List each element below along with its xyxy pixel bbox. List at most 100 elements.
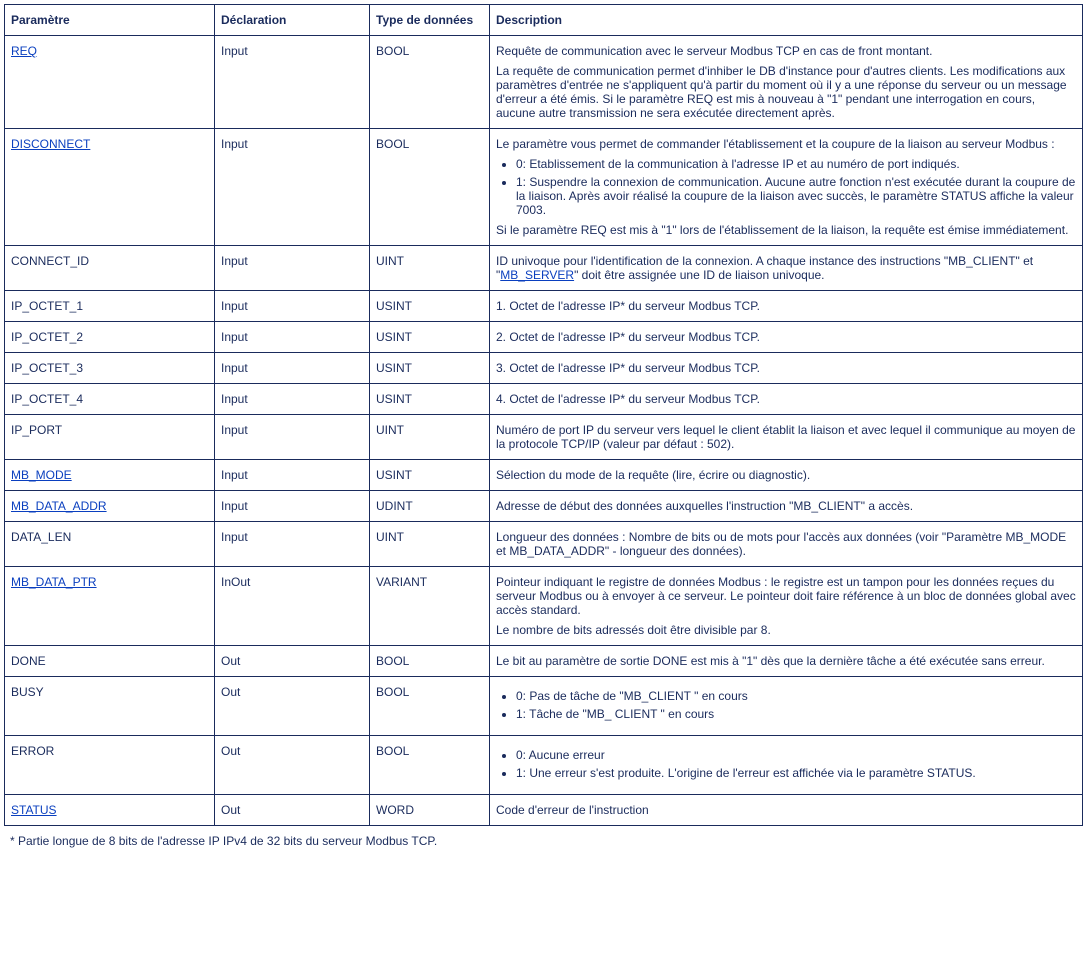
- cell-description: Le paramètre vous permet de commander l'…: [490, 129, 1083, 246]
- cell-description: Sélection du mode de la requête (lire, é…: [490, 460, 1083, 491]
- cell-parameter: BUSY: [5, 677, 215, 736]
- cell-description: Numéro de port IP du serveur vers lequel…: [490, 415, 1083, 460]
- table-row: DISCONNECT Input BOOL Le paramètre vous …: [5, 129, 1083, 246]
- table-row: BUSY Out BOOL 0: Pas de tâche de "MB_CLI…: [5, 677, 1083, 736]
- parameters-table: Paramètre Déclaration Type de données De…: [4, 4, 1083, 826]
- cell-datatype: BOOL: [370, 646, 490, 677]
- cell-declaration: Input: [215, 129, 370, 246]
- table-header-row: Paramètre Déclaration Type de données De…: [5, 5, 1083, 36]
- cell-declaration: Out: [215, 795, 370, 826]
- cell-description: 1. Octet de l'adresse IP* du serveur Mod…: [490, 291, 1083, 322]
- cell-description: Code d'erreur de l'instruction: [490, 795, 1083, 826]
- desc-list: 0: Aucune erreur 1: Une erreur s'est pro…: [496, 748, 1076, 780]
- table-row: ERROR Out BOOL 0: Aucune erreur 1: Une e…: [5, 736, 1083, 795]
- cell-datatype: USINT: [370, 322, 490, 353]
- cell-datatype: UDINT: [370, 491, 490, 522]
- cell-description: Le bit au paramètre de sortie DONE est m…: [490, 646, 1083, 677]
- cell-description: ID univoque pour l'identification de la …: [490, 246, 1083, 291]
- table-row: MB_DATA_PTR InOut VARIANT Pointeur indiq…: [5, 567, 1083, 646]
- param-link-disconnect[interactable]: DISCONNECT: [11, 137, 90, 151]
- cell-parameter: IP_PORT: [5, 415, 215, 460]
- cell-parameter: IP_OCTET_2: [5, 322, 215, 353]
- header-parameter: Paramètre: [5, 5, 215, 36]
- cell-description: 0: Aucune erreur 1: Une erreur s'est pro…: [490, 736, 1083, 795]
- cell-description: Requête de communication avec le serveur…: [490, 36, 1083, 129]
- param-link-mb-data-ptr[interactable]: MB_DATA_PTR: [11, 575, 97, 589]
- table-row: IP_OCTET_3 Input USINT 3. Octet de l'adr…: [5, 353, 1083, 384]
- cell-parameter: IP_OCTET_3: [5, 353, 215, 384]
- cell-declaration: Out: [215, 677, 370, 736]
- cell-parameter: IP_OCTET_4: [5, 384, 215, 415]
- table-row: STATUS Out WORD Code d'erreur de l'instr…: [5, 795, 1083, 826]
- cell-parameter: ERROR: [5, 736, 215, 795]
- table-row: IP_PORT Input UINT Numéro de port IP du …: [5, 415, 1083, 460]
- cell-parameter: IP_OCTET_1: [5, 291, 215, 322]
- cell-parameter: DATA_LEN: [5, 522, 215, 567]
- cell-description: 3. Octet de l'adresse IP* du serveur Mod…: [490, 353, 1083, 384]
- header-description: Description: [490, 5, 1083, 36]
- desc-list: 0: Etablissement de la communication à l…: [496, 157, 1076, 217]
- list-item: 1: Une erreur s'est produite. L'origine …: [516, 766, 1076, 780]
- desc-text: Requête de communication avec le serveur…: [496, 44, 1076, 58]
- desc-text-part: " doit être assignée une ID de liaison u…: [574, 268, 824, 282]
- cell-description: 4. Octet de l'adresse IP* du serveur Mod…: [490, 384, 1083, 415]
- table-row: REQ Input BOOL Requête de communication …: [5, 36, 1083, 129]
- table-row: MB_DATA_ADDR Input UDINT Adresse de débu…: [5, 491, 1083, 522]
- cell-description: Pointeur indiquant le registre de donnée…: [490, 567, 1083, 646]
- cell-declaration: Input: [215, 322, 370, 353]
- cell-declaration: Out: [215, 736, 370, 795]
- param-link-req[interactable]: REQ: [11, 44, 37, 58]
- desc-text: Si le paramètre REQ est mis à "1" lors d…: [496, 223, 1076, 237]
- table-row: IP_OCTET_1 Input USINT 1. Octet de l'adr…: [5, 291, 1083, 322]
- cell-description: Longueur des données : Nombre de bits ou…: [490, 522, 1083, 567]
- list-item: 0: Aucune erreur: [516, 748, 1076, 762]
- cell-description: 2. Octet de l'adresse IP* du serveur Mod…: [490, 322, 1083, 353]
- cell-declaration: Input: [215, 384, 370, 415]
- desc-text: ID univoque pour l'identification de la …: [496, 254, 1076, 282]
- link-mb-server[interactable]: MB_SERVER: [500, 268, 574, 282]
- desc-text: La requête de communication permet d'inh…: [496, 64, 1076, 120]
- cell-datatype: BOOL: [370, 36, 490, 129]
- list-item: 1: Tâche de "MB_ CLIENT " en cours: [516, 707, 1076, 721]
- desc-list: 0: Pas de tâche de "MB_CLIENT " en cours…: [496, 689, 1076, 721]
- param-link-mb-mode[interactable]: MB_MODE: [11, 468, 72, 482]
- table-row: IP_OCTET_2 Input USINT 2. Octet de l'adr…: [5, 322, 1083, 353]
- cell-declaration: Out: [215, 646, 370, 677]
- cell-declaration: Input: [215, 246, 370, 291]
- table-row: DATA_LEN Input UINT Longueur des données…: [5, 522, 1083, 567]
- cell-description: Adresse de début des données auxquelles …: [490, 491, 1083, 522]
- cell-datatype: VARIANT: [370, 567, 490, 646]
- header-datatype: Type de données: [370, 5, 490, 36]
- header-declaration: Déclaration: [215, 5, 370, 36]
- table-row: DONE Out BOOL Le bit au paramètre de sor…: [5, 646, 1083, 677]
- desc-text: Pointeur indiquant le registre de donnée…: [496, 575, 1076, 617]
- cell-declaration: Input: [215, 415, 370, 460]
- cell-datatype: BOOL: [370, 736, 490, 795]
- cell-declaration: Input: [215, 491, 370, 522]
- cell-datatype: UINT: [370, 415, 490, 460]
- param-link-mb-data-addr[interactable]: MB_DATA_ADDR: [11, 499, 107, 513]
- cell-parameter: CONNECT_ID: [5, 246, 215, 291]
- param-link-status[interactable]: STATUS: [11, 803, 57, 817]
- desc-text: Le paramètre vous permet de commander l'…: [496, 137, 1076, 151]
- table-row: CONNECT_ID Input UINT ID univoque pour l…: [5, 246, 1083, 291]
- cell-parameter: DONE: [5, 646, 215, 677]
- list-item: 0: Pas de tâche de "MB_CLIENT " en cours: [516, 689, 1076, 703]
- cell-declaration: Input: [215, 460, 370, 491]
- cell-description: 0: Pas de tâche de "MB_CLIENT " en cours…: [490, 677, 1083, 736]
- list-item: 1: Suspendre la connexion de communicati…: [516, 175, 1076, 217]
- cell-datatype: USINT: [370, 460, 490, 491]
- cell-datatype: USINT: [370, 353, 490, 384]
- desc-text: Le nombre de bits adressés doit être div…: [496, 623, 1076, 637]
- cell-declaration: Input: [215, 291, 370, 322]
- table-row: IP_OCTET_4 Input USINT 4. Octet de l'adr…: [5, 384, 1083, 415]
- cell-datatype: USINT: [370, 384, 490, 415]
- cell-declaration: Input: [215, 522, 370, 567]
- cell-datatype: WORD: [370, 795, 490, 826]
- cell-datatype: USINT: [370, 291, 490, 322]
- cell-declaration: Input: [215, 36, 370, 129]
- list-item: 0: Etablissement de la communication à l…: [516, 157, 1076, 171]
- cell-datatype: BOOL: [370, 677, 490, 736]
- cell-declaration: InOut: [215, 567, 370, 646]
- cell-declaration: Input: [215, 353, 370, 384]
